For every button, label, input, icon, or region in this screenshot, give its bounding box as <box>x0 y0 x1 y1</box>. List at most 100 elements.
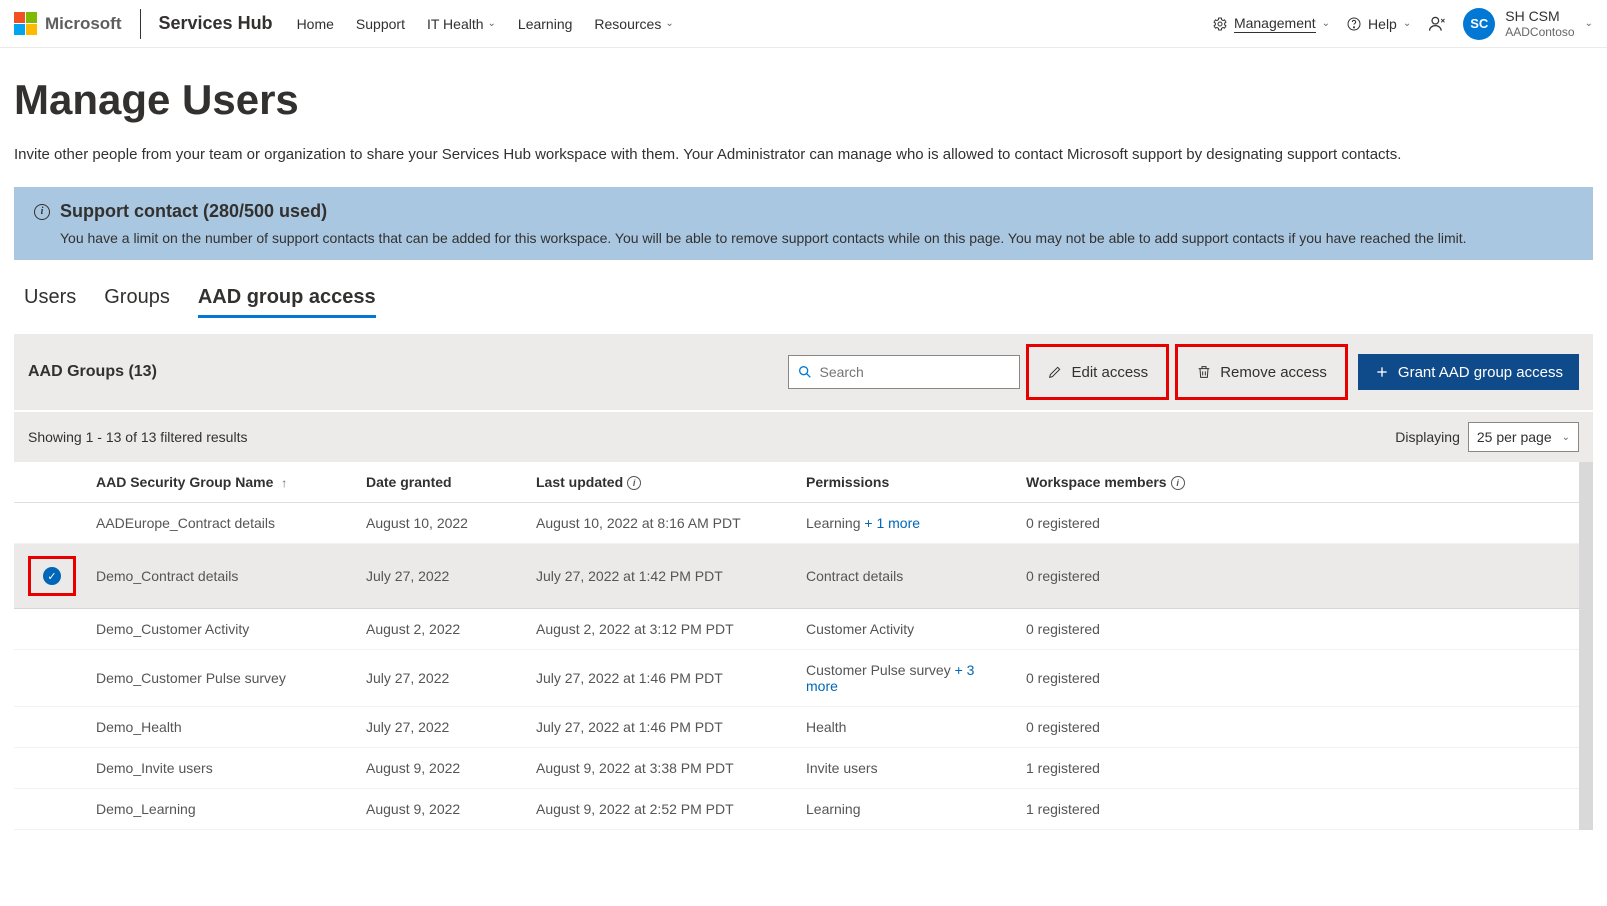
row-select-cell[interactable] <box>14 707 86 748</box>
chevron-down-icon: ⌄ <box>1403 18 1411 29</box>
table-row[interactable]: Demo_HealthJuly 27, 2022July 27, 2022 at… <box>14 707 1579 748</box>
nav-notifications[interactable] <box>1427 14 1447 34</box>
cell-group-name[interactable]: AADEurope_Contract details <box>86 503 356 544</box>
microsoft-label: Microsoft <box>45 14 122 34</box>
cell-group-name[interactable]: Demo_Customer Pulse survey <box>86 650 356 707</box>
cell-members: 0 registered <box>1016 503 1579 544</box>
support-contact-banner: i Support contact (280/500 used) You hav… <box>14 187 1593 260</box>
cell-date-granted: July 27, 2022 <box>356 707 526 748</box>
col-date-granted[interactable]: Date granted <box>356 462 526 503</box>
aad-groups-table: AAD Security Group Name ↑ Date granted L… <box>14 462 1579 830</box>
gear-icon <box>1212 16 1228 32</box>
table-row[interactable]: Demo_Customer ActivityAugust 2, 2022Augu… <box>14 609 1579 650</box>
cell-date-granted: August 9, 2022 <box>356 748 526 789</box>
pencil-icon <box>1047 364 1063 380</box>
row-select-cell[interactable] <box>14 650 86 707</box>
cell-permissions: Invite users <box>796 748 1016 789</box>
profile-menu[interactable]: SC SH CSM AADContoso ⌄ <box>1463 8 1593 40</box>
cell-permissions: Customer Pulse survey + 3 more <box>796 650 1016 707</box>
table-row[interactable]: Demo_Invite usersAugust 9, 2022August 9,… <box>14 748 1579 789</box>
microsoft-logo[interactable]: Microsoft <box>14 12 122 35</box>
cell-permissions: Customer Activity <box>796 609 1016 650</box>
nav-help[interactable]: Help ⌄ <box>1346 16 1411 32</box>
primary-nav: Home Support IT Health ⌄ Learning Resour… <box>297 16 674 32</box>
nav-it-health[interactable]: IT Health ⌄ <box>427 16 496 32</box>
cell-permissions: Learning + 1 more <box>796 503 1016 544</box>
cell-group-name[interactable]: Demo_Invite users <box>86 748 356 789</box>
displaying-label: Displaying <box>1395 429 1460 445</box>
table-row[interactable]: AADEurope_Contract detailsAugust 10, 202… <box>14 503 1579 544</box>
more-permissions-link[interactable]: + 1 more <box>861 515 921 531</box>
cell-date-granted: August 10, 2022 <box>356 503 526 544</box>
cell-last-updated: July 27, 2022 at 1:46 PM PDT <box>526 707 796 748</box>
cell-permissions: Learning <box>796 789 1016 830</box>
toolbar-title: AAD Groups (13) <box>28 363 157 381</box>
person-icon <box>1427 14 1447 34</box>
table-row[interactable]: Demo_LearningAugust 9, 2022August 9, 202… <box>14 789 1579 830</box>
page-subtitle: Invite other people from your team or or… <box>14 146 1593 163</box>
plus-icon <box>1374 364 1390 380</box>
info-icon: i <box>34 204 50 220</box>
page-size-select[interactable]: 25 per page ⌄ <box>1468 422 1579 452</box>
highlight-edit-access: Edit access <box>1026 344 1169 400</box>
row-select-cell[interactable] <box>14 789 86 830</box>
col-members[interactable]: Workspace membersi <box>1016 462 1579 503</box>
cell-members: 1 registered <box>1016 789 1579 830</box>
col-last-updated[interactable]: Last updatedi <box>526 462 796 503</box>
tab-users[interactable]: Users <box>24 286 76 318</box>
highlight-remove-access: Remove access <box>1175 344 1348 400</box>
cell-members: 0 registered <box>1016 650 1579 707</box>
search-box[interactable] <box>788 355 1020 389</box>
cell-group-name[interactable]: Demo_Contract details <box>86 544 356 609</box>
nav-home[interactable]: Home <box>297 16 334 32</box>
product-brand[interactable]: Services Hub <box>159 13 273 34</box>
tab-aad-group-access[interactable]: AAD group access <box>198 286 376 318</box>
tab-bar: Users Groups AAD group access <box>14 286 1593 318</box>
table-row[interactable]: Demo_Customer Pulse surveyJuly 27, 2022J… <box>14 650 1579 707</box>
nav-management[interactable]: Management ⌄ <box>1212 15 1330 33</box>
profile-name: SH CSM <box>1505 8 1574 25</box>
col-name[interactable]: AAD Security Group Name ↑ <box>86 462 356 503</box>
remove-access-button[interactable]: Remove access <box>1184 358 1339 387</box>
row-select-cell[interactable] <box>14 609 86 650</box>
cell-last-updated: August 9, 2022 at 3:38 PM PDT <box>526 748 796 789</box>
chevron-down-icon: ⌄ <box>1562 432 1570 443</box>
edit-access-button[interactable]: Edit access <box>1035 358 1160 387</box>
row-select-cell[interactable] <box>14 748 86 789</box>
cell-last-updated: August 9, 2022 at 2:52 PM PDT <box>526 789 796 830</box>
nav-support[interactable]: Support <box>356 16 405 32</box>
table-row[interactable]: ✓Demo_Contract detailsJuly 27, 2022July … <box>14 544 1579 609</box>
highlight-selected-row: ✓ <box>28 556 76 596</box>
checkmark-icon: ✓ <box>43 567 61 585</box>
profile-tenant: AADContoso <box>1505 25 1574 39</box>
cell-date-granted: July 27, 2022 <box>356 544 526 609</box>
groups-toolbar: AAD Groups (13) Edit access Remove acces… <box>14 334 1593 410</box>
row-select-cell[interactable]: ✓ <box>14 544 86 609</box>
nav-learning[interactable]: Learning <box>518 16 573 32</box>
cell-group-name[interactable]: Demo_Health <box>86 707 356 748</box>
cell-group-name[interactable]: Demo_Customer Activity <box>86 609 356 650</box>
search-input[interactable] <box>819 364 1011 380</box>
grant-access-button[interactable]: Grant AAD group access <box>1358 354 1579 390</box>
cell-members: 1 registered <box>1016 748 1579 789</box>
cell-group-name[interactable]: Demo_Learning <box>86 789 356 830</box>
results-count: Showing 1 - 13 of 13 filtered results <box>28 429 247 445</box>
cell-permissions: Contract details <box>796 544 1016 609</box>
avatar: SC <box>1463 8 1495 40</box>
cell-members: 0 registered <box>1016 544 1579 609</box>
nav-resources[interactable]: Resources ⌄ <box>594 16 673 32</box>
cell-members: 0 registered <box>1016 609 1579 650</box>
help-icon <box>1346 16 1362 32</box>
cell-last-updated: August 10, 2022 at 8:16 AM PDT <box>526 503 796 544</box>
chevron-down-icon: ⌄ <box>1322 18 1330 29</box>
sort-asc-icon: ↑ <box>281 476 287 490</box>
row-select-cell[interactable] <box>14 503 86 544</box>
col-permissions[interactable]: Permissions <box>796 462 1016 503</box>
cell-members: 0 registered <box>1016 707 1579 748</box>
info-icon: i <box>627 476 641 490</box>
header-divider <box>140 9 141 39</box>
cell-date-granted: August 2, 2022 <box>356 609 526 650</box>
cell-last-updated: August 2, 2022 at 3:12 PM PDT <box>526 609 796 650</box>
trash-icon <box>1196 364 1212 380</box>
tab-groups[interactable]: Groups <box>104 286 170 318</box>
